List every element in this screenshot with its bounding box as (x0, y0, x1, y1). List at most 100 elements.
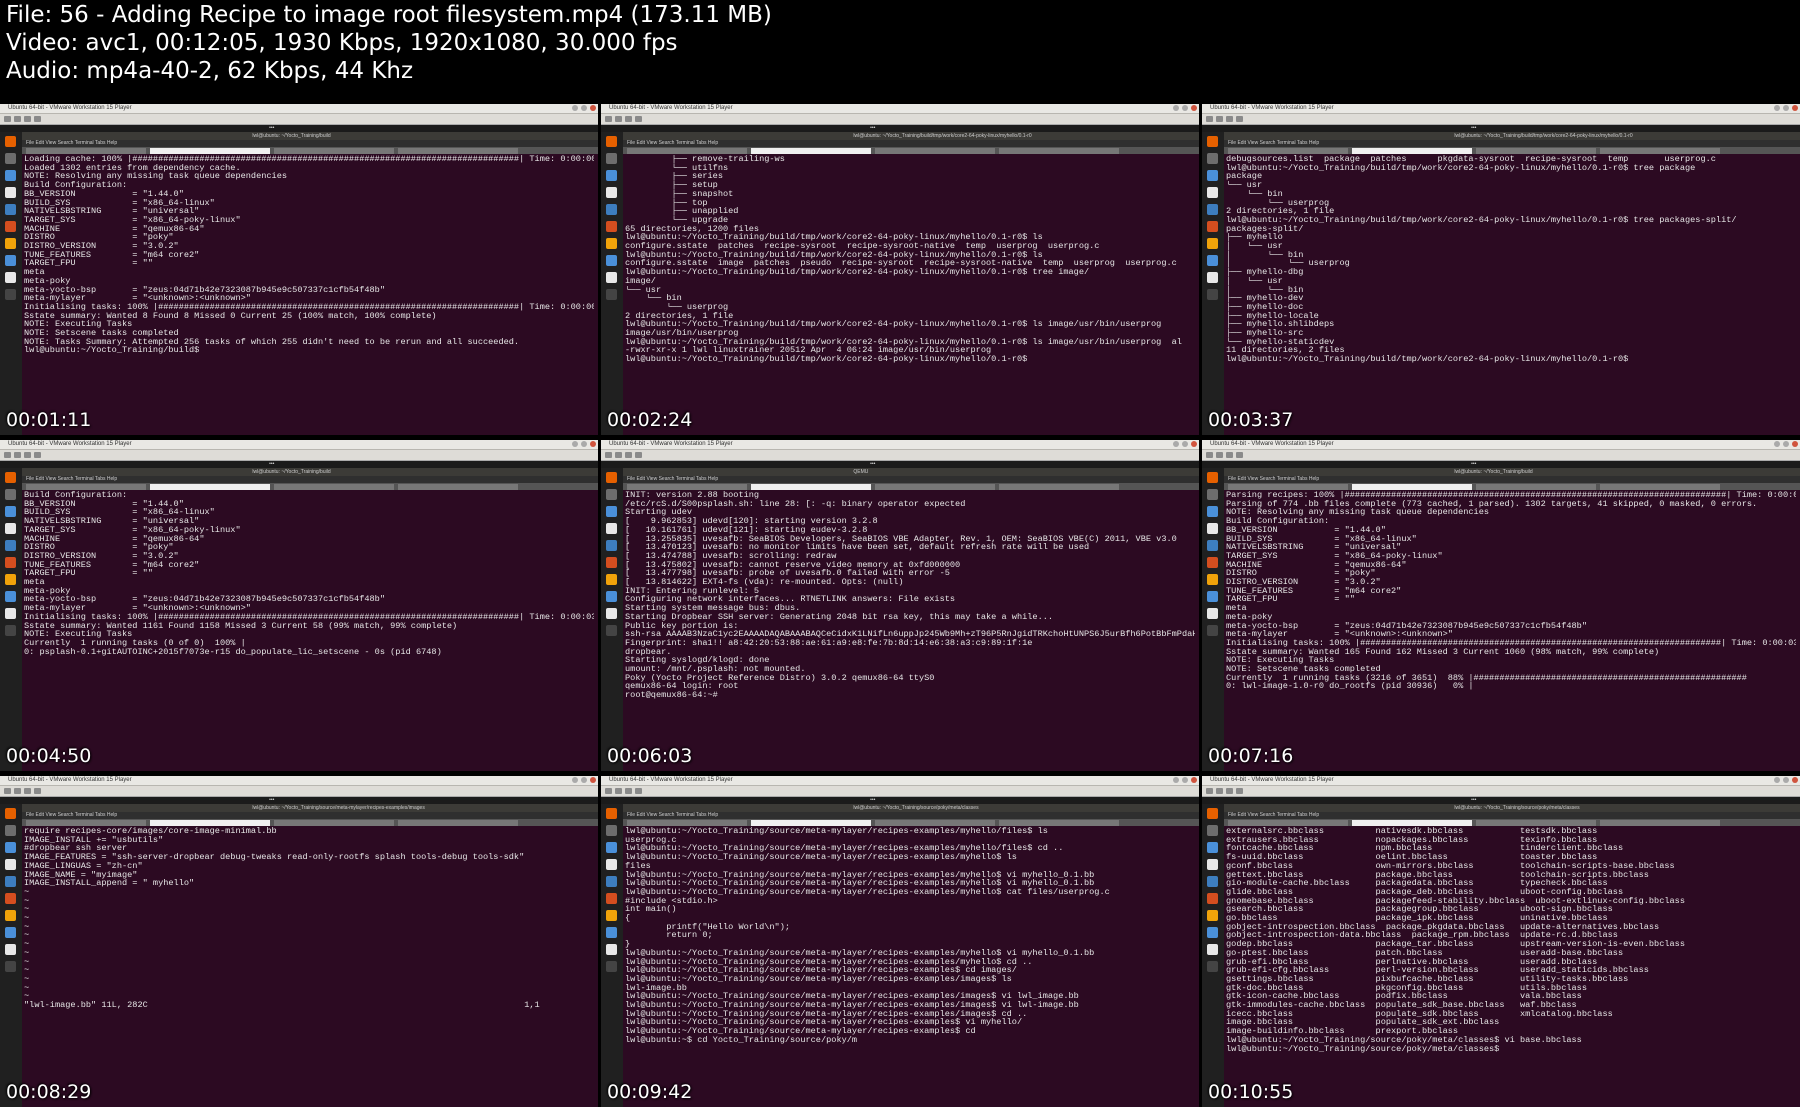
tab-active[interactable] (150, 484, 270, 490)
player-menu-icon[interactable] (1206, 452, 1213, 458)
tab-active[interactable] (1352, 484, 1472, 490)
firefox-icon[interactable] (606, 472, 617, 483)
terminal-output[interactable]: externalsrc.bbclass nativesdk.bbclass te… (1226, 827, 1796, 1097)
files-icon[interactable] (5, 153, 16, 164)
software-icon[interactable] (606, 893, 617, 904)
terminal-menubar[interactable]: File Edit View Search Terminal Tabs Help (22, 812, 598, 819)
settings-icon[interactable] (606, 255, 617, 266)
help-icon[interactable] (606, 876, 617, 887)
store-icon[interactable] (606, 574, 617, 585)
send-keys-icon[interactable] (24, 788, 31, 794)
terminal-menubar[interactable]: File Edit View Search Terminal Tabs Help (22, 140, 598, 147)
settings-icon[interactable] (5, 591, 16, 602)
tab[interactable] (875, 148, 995, 154)
writer-icon[interactable] (5, 506, 16, 517)
help-icon[interactable] (5, 540, 16, 551)
amazon-icon[interactable] (5, 608, 16, 619)
document-icon[interactable] (606, 523, 617, 534)
terminal-output[interactable]: Build Configuration: BB_VERSION = "1.44.0… (24, 491, 594, 761)
files-icon[interactable] (1207, 825, 1218, 836)
close-icon[interactable] (1792, 441, 1798, 447)
minimize-icon[interactable] (572, 777, 578, 783)
tab[interactable] (1600, 484, 1720, 490)
tab[interactable] (999, 484, 1119, 490)
fullscreen-icon[interactable] (1236, 452, 1243, 458)
maximize-icon[interactable] (1783, 777, 1789, 783)
fullscreen-icon[interactable] (34, 788, 41, 794)
tab[interactable] (26, 148, 146, 154)
pause-icon[interactable] (14, 452, 21, 458)
maximize-icon[interactable] (1182, 777, 1188, 783)
terminal-output[interactable]: Loading cache: 100% |###################… (24, 155, 594, 425)
document-icon[interactable] (5, 859, 16, 870)
terminal-icon[interactable] (606, 289, 617, 300)
firefox-icon[interactable] (1207, 472, 1218, 483)
amazon-icon[interactable] (606, 608, 617, 619)
tab[interactable] (1476, 148, 1596, 154)
terminal-output[interactable]: lwl@ubuntu:~/Yocto_Training/source/meta-… (625, 827, 1195, 1097)
minimize-icon[interactable] (572, 441, 578, 447)
document-icon[interactable] (1207, 523, 1218, 534)
document-icon[interactable] (606, 187, 617, 198)
software-icon[interactable] (606, 221, 617, 232)
writer-icon[interactable] (606, 842, 617, 853)
send-keys-icon[interactable] (24, 452, 31, 458)
amazon-icon[interactable] (5, 272, 16, 283)
close-icon[interactable] (1792, 105, 1798, 111)
firefox-icon[interactable] (606, 808, 617, 819)
player-menu-icon[interactable] (4, 452, 11, 458)
send-keys-icon[interactable] (1226, 452, 1233, 458)
tab-active[interactable] (1352, 148, 1472, 154)
player-menu-icon[interactable] (4, 116, 11, 122)
store-icon[interactable] (5, 910, 16, 921)
tab[interactable] (1228, 820, 1348, 826)
terminal-output[interactable]: require recipes-core/images/core-image-m… (24, 827, 594, 1097)
pause-icon[interactable] (14, 788, 21, 794)
firefox-icon[interactable] (5, 472, 16, 483)
settings-icon[interactable] (1207, 255, 1218, 266)
help-icon[interactable] (1207, 540, 1218, 551)
minimize-icon[interactable] (1774, 777, 1780, 783)
files-icon[interactable] (1207, 489, 1218, 500)
tab[interactable] (26, 820, 146, 826)
document-icon[interactable] (1207, 187, 1218, 198)
tab[interactable] (274, 148, 394, 154)
pause-icon[interactable] (14, 116, 21, 122)
fullscreen-icon[interactable] (635, 452, 642, 458)
player-menu-icon[interactable] (1206, 788, 1213, 794)
minimize-icon[interactable] (1774, 441, 1780, 447)
tab[interactable] (1476, 484, 1596, 490)
tab[interactable] (398, 820, 518, 826)
help-icon[interactable] (5, 876, 16, 887)
terminal-icon[interactable] (606, 961, 617, 972)
maximize-icon[interactable] (1182, 441, 1188, 447)
send-keys-icon[interactable] (1226, 788, 1233, 794)
software-icon[interactable] (5, 221, 16, 232)
terminal-icon[interactable] (1207, 961, 1218, 972)
writer-icon[interactable] (1207, 842, 1218, 853)
software-icon[interactable] (606, 557, 617, 568)
store-icon[interactable] (606, 238, 617, 249)
settings-icon[interactable] (606, 591, 617, 602)
help-icon[interactable] (5, 204, 16, 215)
fullscreen-icon[interactable] (635, 788, 642, 794)
writer-icon[interactable] (606, 506, 617, 517)
writer-icon[interactable] (5, 842, 16, 853)
settings-icon[interactable] (5, 927, 16, 938)
tab[interactable] (1228, 484, 1348, 490)
minimize-icon[interactable] (1173, 105, 1179, 111)
amazon-icon[interactable] (1207, 272, 1218, 283)
store-icon[interactable] (5, 574, 16, 585)
files-icon[interactable] (5, 489, 16, 500)
firefox-icon[interactable] (1207, 136, 1218, 147)
store-icon[interactable] (606, 910, 617, 921)
tab[interactable] (627, 820, 747, 826)
terminal-icon[interactable] (5, 625, 16, 636)
settings-icon[interactable] (5, 255, 16, 266)
terminal-icon[interactable] (1207, 625, 1218, 636)
tab[interactable] (26, 484, 146, 490)
software-icon[interactable] (1207, 893, 1218, 904)
terminal-icon[interactable] (606, 625, 617, 636)
files-icon[interactable] (606, 153, 617, 164)
store-icon[interactable] (1207, 574, 1218, 585)
